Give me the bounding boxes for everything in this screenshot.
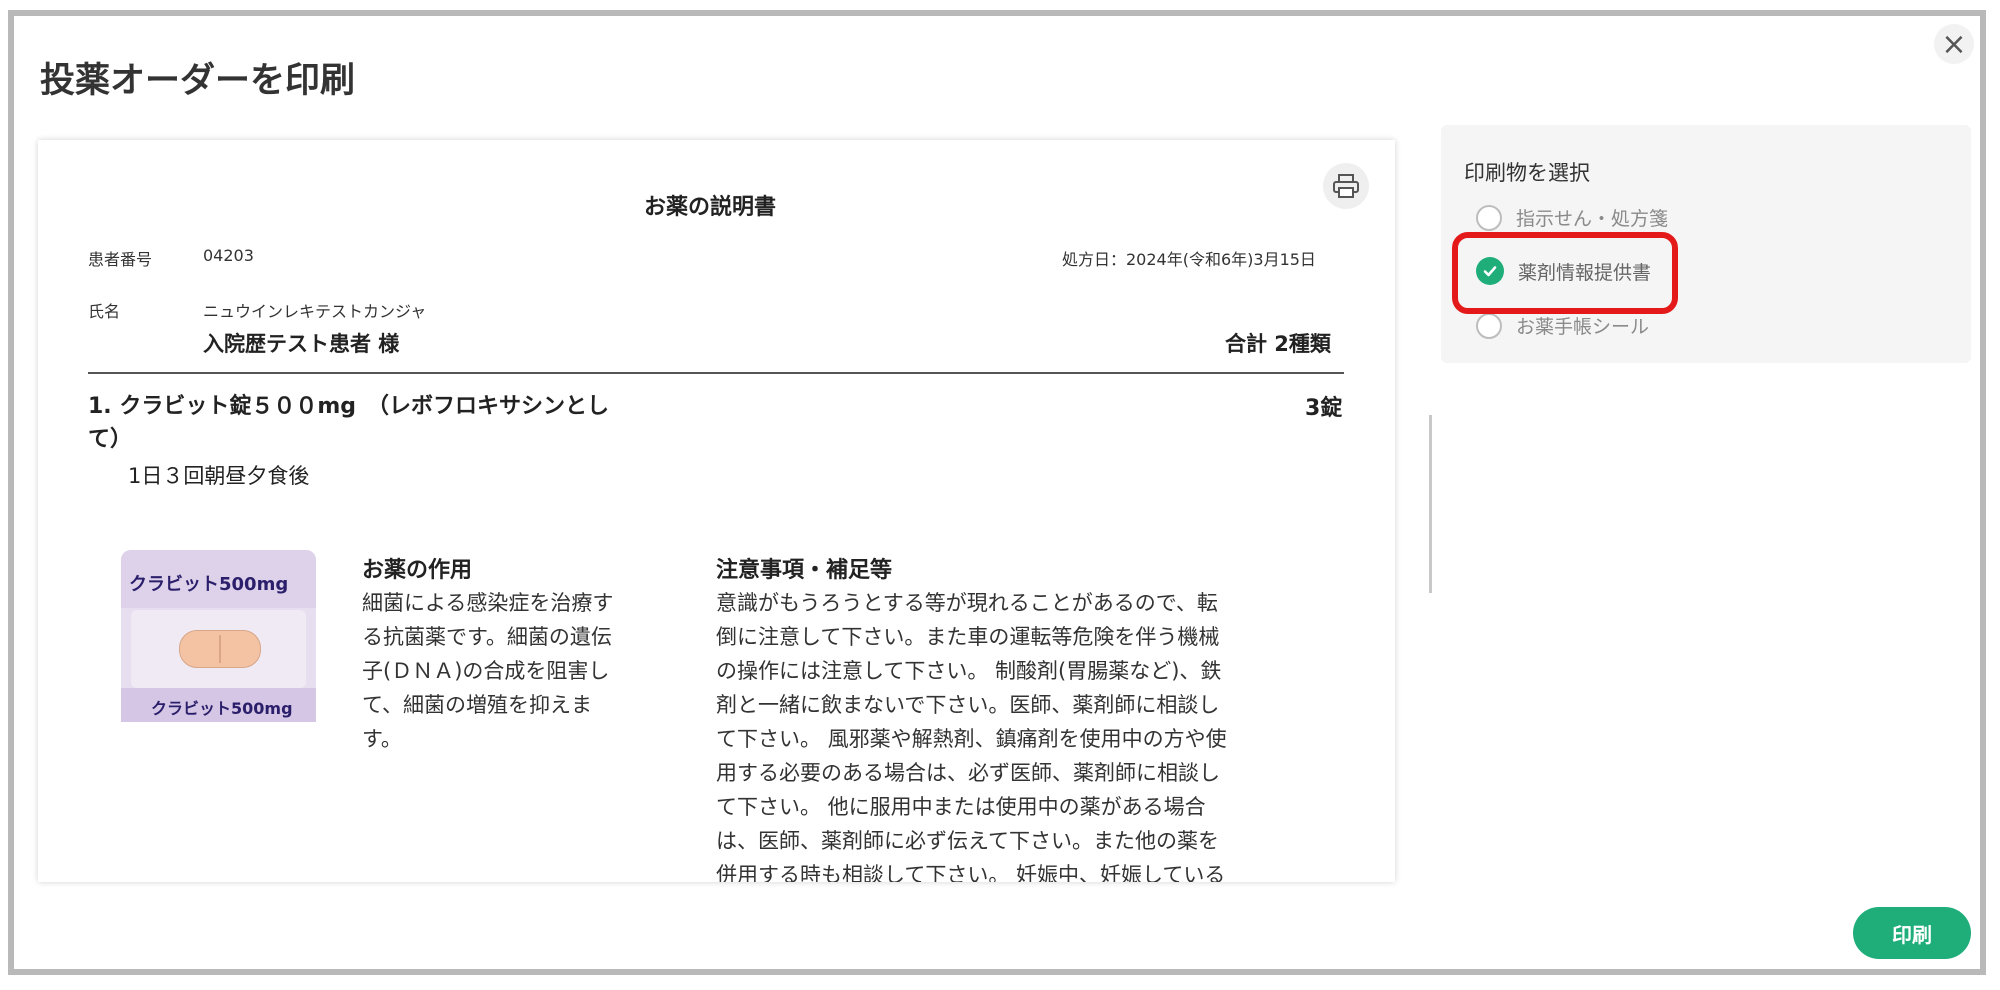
notes-line: の操作には注意して下さい。 制酸剤(胃腸薬など)、鉄 — [716, 659, 1222, 683]
print-button[interactable]: 印刷 — [1853, 907, 1971, 959]
close-icon: × — [1941, 26, 1967, 62]
effect-line: て、細菌の増殖を抑えま — [362, 693, 592, 717]
option-prescription[interactable]: 指示せん・処方箋 — [1476, 204, 1668, 231]
drug-image: クラビット500mg クラビット500mg — [121, 550, 316, 722]
effect-line: 子(ＤＮＡ)の合成を阻害し — [362, 659, 610, 683]
drug-image-top-text: クラビット500mg — [129, 574, 289, 595]
drug-image-bottom-text: クラビット500mg — [151, 699, 293, 718]
prescription-date: 処方日：2024年(令和6年)3月15日 — [1062, 250, 1316, 269]
patient-number: 04203 — [203, 246, 254, 265]
radio-icon[interactable] — [1476, 204, 1502, 231]
patient-number-label: 患者番号 — [88, 250, 153, 269]
drug-quantity: 3錠 — [1305, 396, 1343, 421]
radio-icon[interactable] — [1476, 312, 1502, 339]
name-label: 氏名 — [88, 302, 121, 321]
patient-name: 入院歴テスト患者 様 — [203, 332, 400, 356]
effect-line: す。 — [362, 727, 402, 751]
notes-line: 倒に注意して下さい。また車の運転等危険を伴う機械 — [716, 625, 1220, 649]
drug-name-line1: 1. クラビット錠５００mg （レボフロキサシンとし — [88, 394, 609, 419]
drug-dosage: 1日３回朝昼夕食後 — [128, 464, 310, 488]
close-button[interactable]: × — [1934, 24, 1974, 64]
panel-title: 印刷物を選択 — [1464, 161, 1590, 185]
notes-line: 用する必要のある場合は、必ず医師、薬剤師に相談し — [716, 761, 1220, 785]
notes-text: 意識がもうろうとする等が現れることがあるので、転 倒に注意して下さい。また車の運… — [716, 586, 1227, 882]
effect-text: 細菌による感染症を治療す る抗菌薬です。細菌の遺伝 子(ＤＮＡ)の合成を阻害し … — [362, 586, 613, 756]
notes-line: 剤と一緒に飲まないで下さい。医師、薬剤師に相談し — [716, 693, 1220, 717]
patient-kana: ニュウインレキテストカンジャ — [203, 302, 427, 321]
scrollbar[interactable] — [1429, 415, 1432, 593]
effect-heading: お薬の作用 — [362, 558, 473, 583]
printer-icon — [1333, 174, 1359, 198]
notes-line: 併用する時も相談して下さい。 妊娠中、妊娠している — [716, 863, 1226, 882]
notes-line: て下さい。 他に服用中または使用中の薬がある場合 — [716, 795, 1206, 819]
effect-line: る抗菌薬です。細菌の遺伝 — [362, 625, 612, 649]
option-medication-sticker[interactable]: お薬手帳シール — [1476, 312, 1649, 339]
option-label: お薬手帳シール — [1516, 316, 1650, 338]
total-count: 合計 2種類 — [1225, 332, 1331, 356]
dialog-title: 投薬オーダーを印刷 — [40, 61, 356, 101]
drug-name: 1. クラビット錠５００mg （レボフロキサシンとし て） — [88, 390, 688, 456]
notes-line: て下さい。 風邪薬や解熱剤、鎮痛剤を使用中の方や使 — [716, 727, 1227, 751]
drug-name-line2: て） — [88, 427, 133, 452]
highlight-annotation — [1452, 232, 1678, 314]
tablet-icon — [179, 630, 261, 668]
printer-icon-button[interactable] — [1323, 163, 1369, 209]
notes-clip: 意識がもうろうとする等が現れることがあるので、転 倒に注意して下さい。また車の運… — [716, 586, 1356, 882]
divider — [88, 372, 1344, 374]
document-title: お薬の説明書 — [644, 195, 777, 220]
effect-line: 細菌による感染症を治療す — [362, 591, 614, 615]
option-label: 指示せん・処方箋 — [1516, 208, 1669, 230]
notes-line: は、医師、薬剤師に必ず伝えて下さい。また他の薬を — [716, 829, 1219, 853]
notes-heading: 注意事項・補足等 — [716, 558, 893, 583]
notes-line: 意識がもうろうとする等が現れることがあるので、転 — [716, 591, 1218, 615]
